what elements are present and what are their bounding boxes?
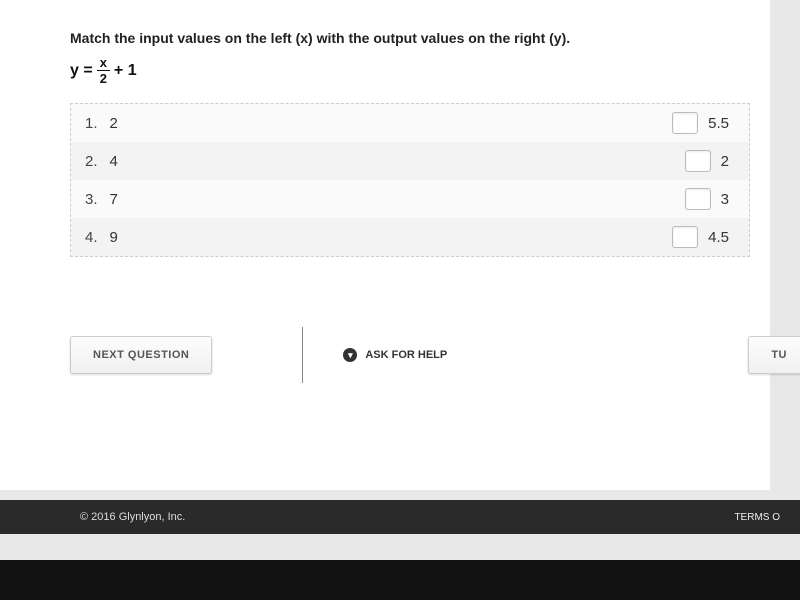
input-value: 2 — [110, 115, 118, 132]
next-question-button[interactable]: NEXT QUESTION — [70, 336, 212, 374]
copyright-text: © 2016 Glynlyon, Inc. — [80, 511, 185, 523]
instruction-text: Match the input values on the left (x) w… — [70, 30, 770, 46]
footer: © 2016 Glynlyon, Inc. TERMS O — [0, 500, 800, 534]
terms-link[interactable]: TERMS O — [734, 512, 780, 523]
equation: y = x 2 + 1 — [70, 56, 770, 85]
answer-slot[interactable] — [685, 150, 711, 172]
answer-slot[interactable] — [672, 226, 698, 248]
match-row: 2. 4 2 — [71, 142, 749, 180]
ask-for-help-button[interactable]: ▾ ASK FOR HELP — [343, 348, 447, 362]
input-value: 9 — [110, 229, 118, 246]
input-value: 4 — [110, 153, 118, 170]
eq-rhs: + 1 — [114, 62, 137, 80]
match-row: 1. 2 5.5 — [71, 104, 749, 142]
arrow-down-icon: ▾ — [343, 348, 357, 362]
fraction-numerator: x — [97, 56, 110, 71]
turn-in-button[interactable]: TU — [748, 336, 800, 374]
content-area: Match the input values on the left (x) w… — [0, 0, 770, 490]
match-row: 3. 7 3 — [71, 180, 749, 218]
answer-slot[interactable] — [685, 188, 711, 210]
output-value[interactable]: 2 — [721, 153, 729, 170]
output-value[interactable]: 5.5 — [708, 115, 729, 132]
row-number: 2. — [85, 153, 98, 170]
os-taskbar — [0, 560, 800, 600]
match-table: 1. 2 5.5 2. 4 2 3. 7 — [70, 103, 750, 257]
fraction: x 2 — [97, 56, 110, 85]
row-number: 1. — [85, 115, 98, 132]
input-value: 7 — [110, 191, 118, 208]
fraction-denominator: 2 — [97, 71, 110, 85]
answer-slot[interactable] — [672, 112, 698, 134]
output-value[interactable]: 4.5 — [708, 229, 729, 246]
row-number: 3. — [85, 191, 98, 208]
eq-lhs: y = — [70, 62, 93, 80]
match-row: 4. 9 4.5 — [71, 218, 749, 256]
output-value[interactable]: 3 — [721, 191, 729, 208]
divider — [302, 327, 303, 383]
help-label: ASK FOR HELP — [365, 349, 447, 361]
row-number: 4. — [85, 229, 98, 246]
action-bar: NEXT QUESTION ▾ ASK FOR HELP TU — [70, 327, 750, 383]
